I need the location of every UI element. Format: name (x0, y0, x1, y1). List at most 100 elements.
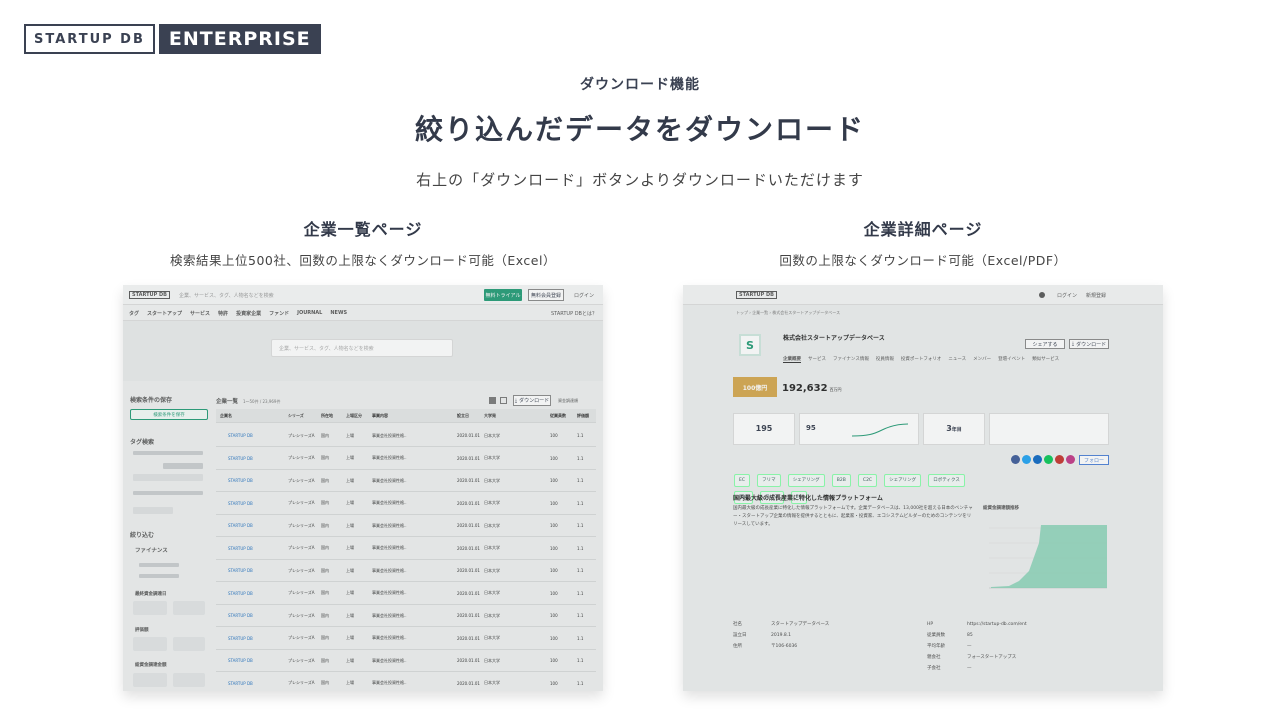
table-cell: プレシリーズA (288, 635, 315, 640)
col-header[interactable]: 所在地 (321, 413, 333, 419)
col-header[interactable]: 評価額 (577, 413, 589, 419)
tag-chip[interactable]: EC (734, 474, 750, 487)
table-cell: 事業会社投資性格.. (372, 477, 407, 483)
table-cell: 100 (550, 545, 558, 551)
tab-finance[interactable]: ファイナンス情報 (833, 356, 869, 363)
youtube-icon[interactable] (1055, 455, 1064, 464)
info-value: — (967, 666, 972, 671)
follow-button[interactable]: フォロー (1079, 455, 1109, 465)
table-cell: プレシリーズA (288, 680, 315, 685)
tag-chip[interactable]: シェアリング (787, 474, 825, 487)
table-cell: プレシリーズA (288, 477, 315, 483)
sort-select[interactable]: 資金調達順 (558, 398, 578, 404)
col-header[interactable]: 上場区分 (346, 413, 362, 419)
table-cell: STARTUP DB (228, 523, 253, 528)
table-row[interactable]: STARTUP DB プレシリーズA 国内 上場 事業会社投資性格.. 2020.01.0… (216, 628, 596, 650)
table-row[interactable]: STARTUP DB プレシリーズA 国内 上場 事業会社投資性格.. 2020.01.0… (216, 470, 596, 492)
table-row[interactable]: STARTUP DB プレシリーズA 国内 上場 事業会社投資性格.. 2020.01.0… (216, 650, 596, 672)
page-title: 絞り込んだデータをダウンロード (414, 113, 865, 146)
col-header[interactable]: シリーズ (288, 413, 304, 419)
tab-events[interactable]: 登壇イベント (998, 356, 1025, 363)
tag-chip[interactable]: B2B (831, 474, 851, 487)
tag-chip[interactable]: ロボティクス (928, 474, 965, 487)
tab-officers[interactable]: 役員情報 (876, 356, 894, 363)
col-header[interactable]: 大学発 (484, 413, 496, 419)
table-cell: 1.1 (577, 613, 584, 618)
login-link[interactable]: ログイン (1057, 292, 1077, 299)
side-tag-title: タグ検索 (130, 439, 155, 446)
twitter-icon[interactable] (1022, 455, 1031, 464)
instagram-icon[interactable] (1066, 455, 1075, 464)
tab-members[interactable]: メンバー (973, 356, 991, 363)
register-link[interactable]: 新規登録 (1086, 292, 1106, 299)
register-button[interactable]: 無料会員登録 (528, 289, 564, 301)
table-cell: 日本大学 (484, 680, 500, 685)
download-button[interactable]: ⤓ ダウンロード (1069, 339, 1109, 349)
column-description: 検索結果上位500社、回数の上限なくダウンロード可能（Excel） (170, 253, 556, 268)
mini-brand: STARTUP DB (736, 291, 777, 299)
info-label: 社名 (733, 622, 742, 627)
linkedin-icon[interactable] (1033, 455, 1042, 464)
company-detail-screenshot: STARTUP DB ログイン 新規登録 トップ › 企業一覧 › 株式会社スタ… (683, 285, 1163, 691)
col-header[interactable]: 設立日 (457, 413, 469, 419)
facebook-icon[interactable] (1011, 455, 1020, 464)
table-cell: 1.1 (577, 658, 584, 663)
table-row[interactable]: STARTUP DB プレシリーズA 国内 上場 事業会社投資性格.. 2020.01.0… (216, 448, 596, 470)
table-cell: 国内 (321, 590, 329, 595)
table-cell: 日本大学 (484, 455, 500, 460)
login-link[interactable]: ログイン (574, 292, 594, 299)
table-cell: 上場 (346, 500, 354, 505)
about-link[interactable]: STARTUP DBとは？ (551, 310, 597, 317)
language-icon[interactable] (1039, 292, 1045, 298)
tag-chip[interactable]: フリマ (757, 474, 781, 487)
nav-item[interactable]: ファンド (269, 310, 289, 317)
tab-overview[interactable]: 企業概要 (783, 356, 801, 363)
table-row[interactable]: STARTUP DB プレシリーズA 国内 上場 事業会社投資性格.. 2020.01.0… (216, 605, 596, 627)
table-row[interactable]: STARTUP DB プレシリーズA 国内 上場 事業会社投資性格.. 2020.01.0… (216, 560, 596, 582)
save-search-button[interactable]: 検索条件を保存 (130, 409, 208, 420)
grid-view-icon[interactable] (489, 397, 496, 404)
table-row[interactable]: STARTUP DB プレシリーズA 国内 上場 事業会社投資性格.. 2020.01.0… (216, 425, 596, 447)
info-value[interactable]: https://startup-db.com/ent (967, 622, 1027, 627)
table-row[interactable]: STARTUP DB プレシリーズA 国内 上場 事業会社投資性格.. 2020.01.0… (216, 493, 596, 515)
nav-item[interactable]: 投資家企業 (236, 310, 261, 317)
list-view-icon[interactable] (500, 397, 507, 404)
tab-similar[interactable]: 類似サービス (1032, 356, 1059, 363)
tab-portfolio[interactable]: 投資ポートフォリオ (901, 356, 942, 363)
col-header[interactable]: 事業内容 (372, 413, 388, 419)
line-icon[interactable] (1044, 455, 1053, 464)
col-header[interactable]: 企業名 (220, 413, 232, 419)
nav-item[interactable]: JOURNAL (297, 310, 322, 317)
trial-button[interactable]: 無料トライアル (484, 289, 522, 301)
tag-chip[interactable]: C2C (857, 474, 878, 487)
nav-item[interactable]: サービス (190, 310, 210, 317)
table-cell: 1.1 (577, 568, 584, 573)
col-header[interactable]: 従業員数 (550, 413, 566, 419)
download-button[interactable]: ⤓ ダウンロード (513, 395, 551, 406)
table-row[interactable]: STARTUP DB プレシリーズA 国内 上場 事業会社投資性格.. 2020.01.0… (216, 673, 596, 692)
nav-item[interactable]: NEWS (330, 310, 347, 317)
mini-brand: STARTUP DB (129, 291, 170, 299)
nav-item[interactable]: タグ (129, 310, 139, 317)
nav-item[interactable]: スタートアップ (147, 310, 182, 317)
nav-item[interactable]: 特許 (218, 310, 228, 317)
stat-card: 195 (733, 413, 795, 445)
table-row[interactable]: STARTUP DB プレシリーズA 国内 上場 事業会社投資性格.. 2020.01.0… (216, 583, 596, 605)
table-row[interactable]: STARTUP DB プレシリーズA 国内 上場 事業会社投資性格.. 2020.01.0… (216, 515, 596, 537)
tag-chip[interactable]: シェアリング (884, 474, 922, 487)
stat-value: 195 (755, 424, 773, 433)
table-cell: STARTUP DB (228, 455, 253, 461)
table-cell: 事業会社投資性格.. (372, 455, 407, 460)
detail-tabs: 企業概要 サービス ファイナンス情報 役員情報 投資ポートフォリオ ニュース メ… (783, 356, 1059, 363)
table-cell: 100 (550, 433, 558, 438)
table-row[interactable]: STARTUP DB プレシリーズA 国内 上場 事業会社投資性格.. 2020.01.0… (216, 538, 596, 560)
company-name: 株式会社スタートアップデータベース (783, 335, 885, 342)
mini-search[interactable]: 企業、サービス、タグ、人物名などを検索 (179, 292, 274, 299)
table-cell: 2020.01.01 (457, 433, 480, 438)
share-button[interactable]: シェアする (1025, 339, 1065, 349)
column-heading: 企業一覧ページ (303, 220, 423, 239)
tab-services[interactable]: サービス (808, 356, 826, 363)
table-cell: プレシリーズA (288, 590, 315, 595)
tab-news[interactable]: ニュース (948, 356, 966, 363)
table-cell: 100 (550, 455, 558, 461)
